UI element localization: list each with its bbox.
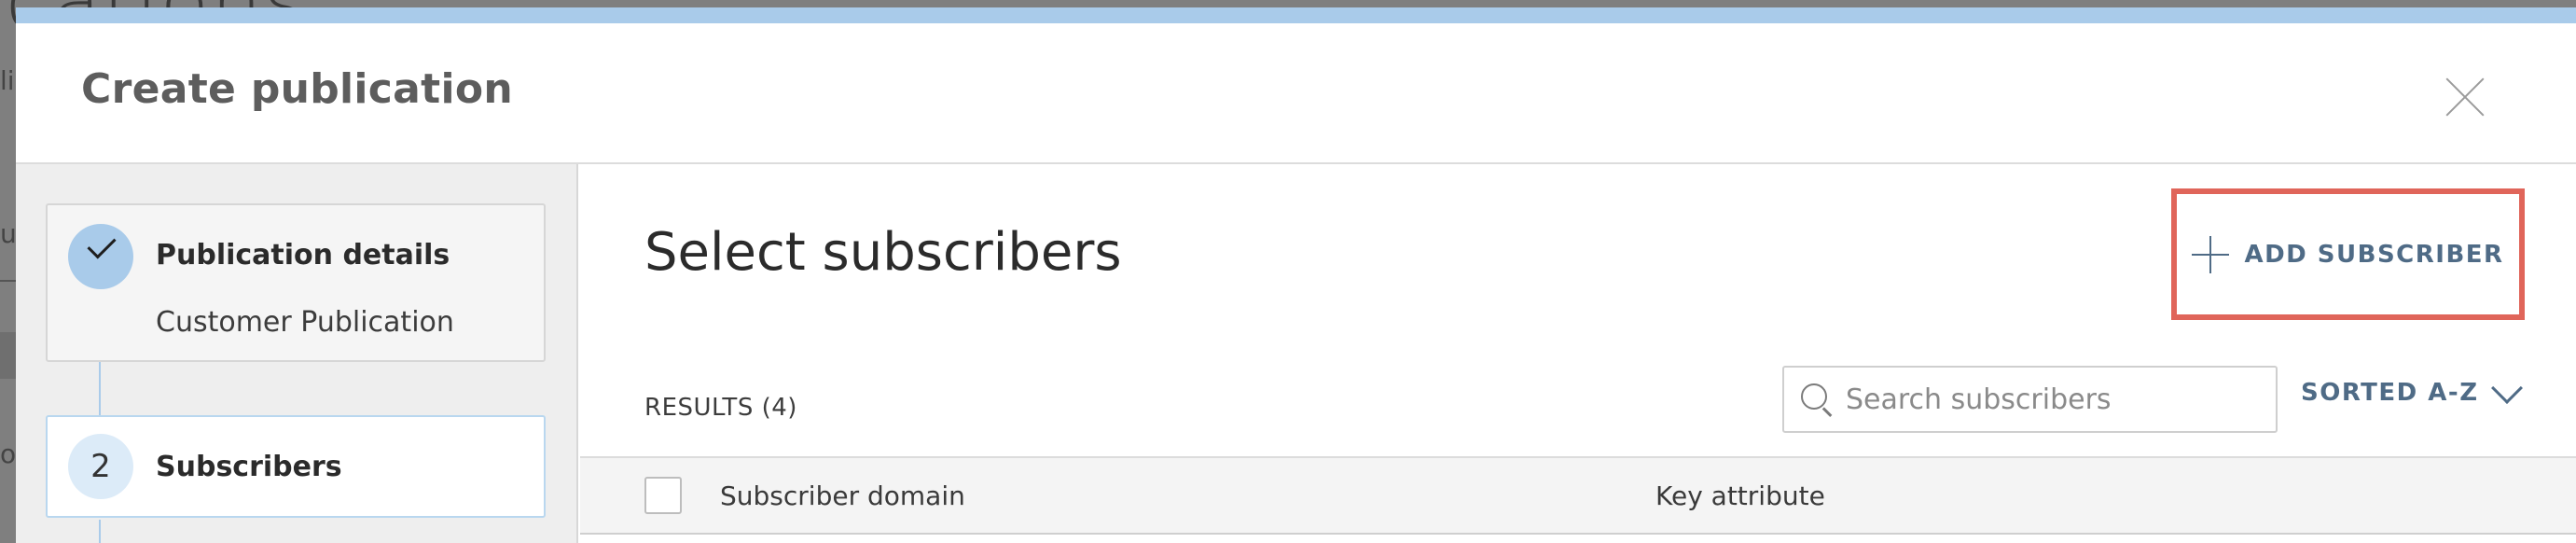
add-subscriber-button[interactable]: ADD SUBSCRIBER xyxy=(2171,188,2525,320)
step-connector xyxy=(99,520,101,543)
search-box xyxy=(1782,366,2278,433)
steps-panel: Publication details Customer Publication… xyxy=(16,164,578,543)
plus-icon xyxy=(2192,235,2230,273)
section-title: Select subscribers xyxy=(644,222,1122,283)
close-icon[interactable] xyxy=(2435,67,2495,127)
step-subscribers[interactable]: 2 Subscribers xyxy=(46,415,546,518)
step-number: 2 xyxy=(90,448,111,485)
table-header: Subscriber domain Key attribute xyxy=(580,456,2576,535)
chevron-down-icon xyxy=(2490,372,2523,404)
sort-dropdown[interactable]: SORTED A-Z xyxy=(2301,372,2523,407)
column-header-key-attribute[interactable]: Key attribute xyxy=(1655,480,1825,511)
create-publication-modal: Create publication Publication details C… xyxy=(16,7,2576,543)
step-status-circle xyxy=(68,224,133,289)
step-subtitle: Customer Publication xyxy=(156,306,454,339)
subscribers-content: Select subscribers ADD SUBSCRIBER RESULT… xyxy=(580,164,2576,543)
sort-label: SORTED A-Z xyxy=(2301,379,2479,407)
modal-accent-bar xyxy=(16,7,2576,23)
search-icon xyxy=(1801,383,1833,417)
check-icon xyxy=(87,230,117,259)
modal-title: Create publication xyxy=(81,65,514,113)
search-input[interactable] xyxy=(1846,368,2265,431)
background-text-fragment: o xyxy=(0,439,17,469)
column-header-subscriber-domain[interactable]: Subscriber domain xyxy=(720,480,965,511)
step-title: Publication details xyxy=(156,239,450,272)
background-input-edge xyxy=(0,332,16,379)
step-number-circle: 2 xyxy=(68,434,133,499)
step-connector xyxy=(99,362,101,415)
background-divider xyxy=(0,280,16,282)
step-title: Subscribers xyxy=(156,451,342,483)
select-all-checkbox[interactable] xyxy=(644,477,682,514)
step-publication-details[interactable]: Publication details Customer Publication xyxy=(46,203,546,362)
background-text-fragment: li xyxy=(0,65,15,96)
add-subscriber-label: ADD SUBSCRIBER xyxy=(2244,240,2504,269)
results-count: RESULTS (4) xyxy=(644,394,797,422)
